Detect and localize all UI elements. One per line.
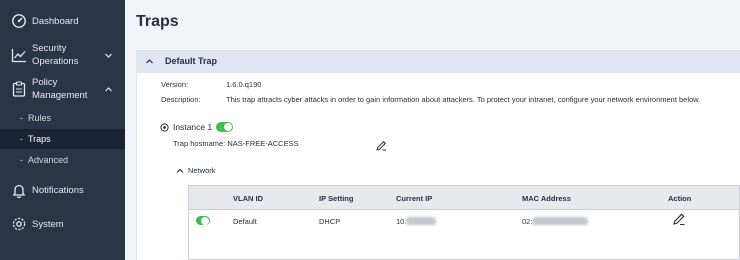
version-value: 1.6.0.q190 xyxy=(226,80,262,89)
dashboard-icon xyxy=(11,13,27,29)
description-value: This trap attracts cyber attacks in orde… xyxy=(226,95,701,104)
col-vlan-id: VLAN ID xyxy=(233,194,263,203)
target-icon xyxy=(160,123,169,132)
sidebar-item-label: Dashboard xyxy=(32,16,79,27)
chevron-up-icon[interactable] xyxy=(104,85,113,94)
col-mac-address: MAC Address xyxy=(522,194,571,203)
sidebar-subitem-label: Traps xyxy=(28,134,51,144)
sidebar-item-notifications[interactable]: Notifications xyxy=(0,180,125,200)
col-current-ip: Current IP xyxy=(396,194,433,203)
network-table: VLAN ID IP Setting Current IP MAC Addres… xyxy=(188,185,740,260)
edit-icon[interactable] xyxy=(672,212,686,226)
sidebar-item-system[interactable]: System xyxy=(0,214,125,234)
edit-icon[interactable] xyxy=(376,140,387,151)
trap-hostname: Trap hostname: NAS-FREE-ACCESS xyxy=(173,139,299,148)
current-ip-prefix: 10. xyxy=(396,217,407,226)
network-label: Network xyxy=(188,166,216,175)
card-header[interactable]: Default Trap xyxy=(137,50,740,73)
cell-ip-setting: DHCP xyxy=(319,217,341,226)
redacted-value xyxy=(406,217,437,225)
sidebar-subitem-traps[interactable]: - Traps xyxy=(0,129,125,149)
instance-toggle[interactable] xyxy=(216,122,233,132)
chevron-up-icon[interactable] xyxy=(176,167,184,175)
table-header: VLAN ID IP Setting Current IP MAC Addres… xyxy=(189,186,739,210)
bullet: - xyxy=(20,155,23,165)
row-enable-toggle[interactable] xyxy=(196,216,210,225)
sidebar-item-security-operations[interactable]: Security Operations xyxy=(0,41,125,69)
sidebar-subitem-label: Advanced xyxy=(28,155,69,165)
sidebar-item-label-line1: Security xyxy=(32,43,67,54)
mac-prefix: 02: xyxy=(522,217,533,226)
description-label: Description: xyxy=(161,95,201,104)
sidebar-subitem-advanced[interactable]: - Advanced xyxy=(0,150,125,170)
card-title: Default Trap xyxy=(165,56,218,66)
sidebar-item-label-line2: Management xyxy=(32,90,88,101)
bullet: - xyxy=(20,134,23,144)
sidebar-item-label-line1: Policy xyxy=(32,77,58,88)
clipboard-icon xyxy=(11,81,27,97)
cell-vlan: Default xyxy=(233,217,257,226)
main-content: Traps Default Trap Version: 1.6.0.q190 D… xyxy=(125,0,740,260)
cell-mac-address: 02: xyxy=(522,217,589,226)
col-action: Action xyxy=(668,194,692,203)
chart-icon xyxy=(11,47,27,63)
bell-icon xyxy=(11,182,27,198)
sidebar-item-label-line2: Operations xyxy=(32,56,79,67)
redacted-value xyxy=(532,217,589,225)
bullet: - xyxy=(20,113,23,123)
instance-label: Instance 1 xyxy=(173,122,213,132)
sidebar-subitem-rules[interactable]: - Rules xyxy=(0,108,125,128)
chevron-down-icon[interactable] xyxy=(104,51,113,60)
chevron-up-icon[interactable] xyxy=(145,57,154,66)
sidebar-item-policy-management[interactable]: Policy Management xyxy=(0,75,125,103)
sidebar-item-label: System xyxy=(32,219,64,230)
trap-card: Default Trap Version: 1.6.0.q190 Descrip… xyxy=(136,50,740,260)
col-ip-setting: IP Setting xyxy=(319,194,354,203)
sidebar-subitem-label: Rules xyxy=(28,113,52,123)
sidebar-item-label: Notifications xyxy=(32,185,84,196)
sidebar: Dashboard Security Operations Policy Man… xyxy=(0,0,125,260)
gear-icon xyxy=(11,216,27,232)
page-title: Traps xyxy=(136,13,179,30)
cell-current-ip: 10. xyxy=(396,217,437,226)
version-label: Version: xyxy=(161,80,189,89)
sidebar-item-dashboard[interactable]: Dashboard xyxy=(0,12,125,30)
